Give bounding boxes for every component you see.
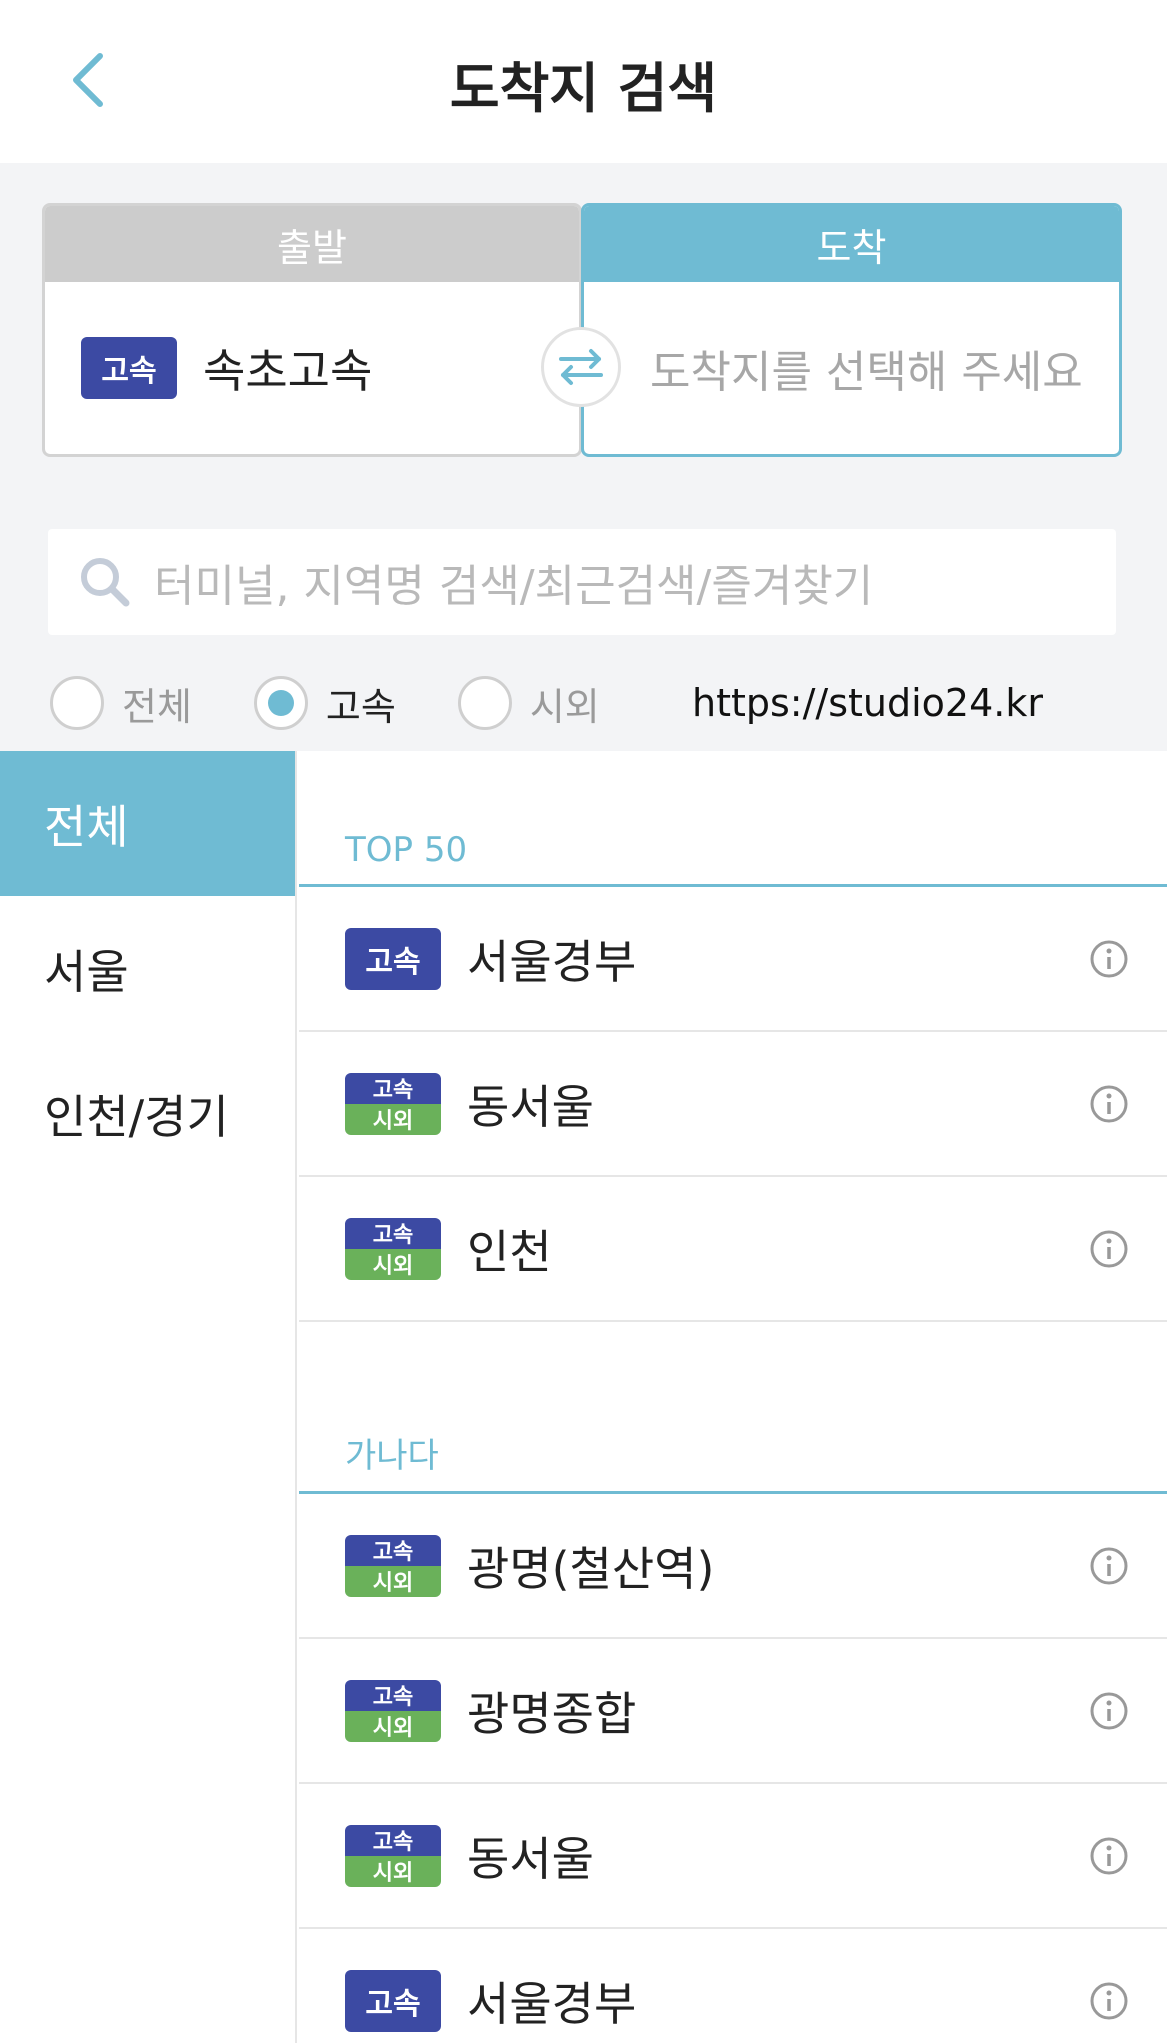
info-icon[interactable] [1089,1836,1129,1876]
terminal-row[interactable]: 고속 시외 광명종합 [299,1639,1167,1784]
badge-intercity-part: 시외 [345,1855,441,1887]
terminal-name: 광명종합 [467,1686,637,1741]
page-title: 도착지 검색 [449,57,718,120]
search-input[interactable]: 터미널, 지역명 검색/최근검색/즐겨찾기 [48,529,1116,635]
search-icon [81,558,130,607]
express-badge: 고속 [345,927,441,990]
filter-all-radio[interactable]: 전체 [50,676,192,731]
header-bar: 도착지 검색 [0,0,1167,160]
arrival-placeholder: 도착지를 선택해 주세요 [650,347,1083,398]
search-panel: 터미널, 지역명 검색/최근검색/즐겨찾기 전체 고속 시외 https://s… [0,495,1167,751]
arrival-body: 도착지를 선택해 주세요 [584,282,1119,454]
type-filter-group: 전체 고속 시외 [50,673,662,733]
express-intercity-badge: 고속 시외 [345,1217,441,1280]
arrival-card[interactable]: 도착 도착지를 선택해 주세요 [581,203,1122,457]
radio-circle [50,676,104,730]
info-icon[interactable] [1089,1546,1129,1586]
express-intercity-badge: 고속 시외 [345,1072,441,1135]
badge-express-part: 고속 [345,1217,441,1249]
filter-label: 고속 [325,684,396,729]
badge-express-part: 고속 [345,1072,441,1104]
terminal-list[interactable]: TOP 50 고속 서울경부 고속 시외 동서울 고속 시외 인천 가나다 고속… [299,751,1167,2043]
terminal-row[interactable]: 고속 서울경부 [299,887,1167,1032]
terminal-row[interactable]: 고속 시외 동서울 [299,1032,1167,1177]
section-title-top50: TOP 50 [299,751,1167,887]
express-intercity-badge: 고속 시외 [345,1679,441,1742]
terminal-name: 동서울 [467,1831,594,1886]
express-intercity-badge: 고속 시외 [345,1824,441,1887]
badge-intercity-part: 시외 [345,1103,441,1135]
watermark-text: https://studio24.kr [692,681,1043,725]
route-panel: 출발 고속 속초고속 도착 도착지를 선택해 주세요 [0,163,1167,495]
terminal-name: 인천 [467,1224,552,1279]
region-list: 전체 서울 인천/경기 [0,751,297,2043]
info-icon[interactable] [1089,1981,1129,2021]
badge-express-part: 고속 [345,1824,441,1856]
departure-header: 출발 [45,206,579,282]
terminal-row[interactable]: 고속 서울경부 [299,1929,1167,2043]
radio-circle [457,676,512,730]
badge-intercity-part: 시외 [345,1565,441,1597]
departure-body: 고속 속초고속 [45,282,579,454]
badge-express-part: 고속 [345,1534,441,1566]
express-badge: 고속 [345,1969,441,2032]
terminal-row[interactable]: 고속 시외 인천 [299,1177,1167,1322]
info-icon[interactable] [1089,939,1129,979]
terminal-name: 서울경부 [467,934,637,989]
badge-intercity-part: 시외 [345,1248,441,1280]
swap-button[interactable] [541,327,621,407]
filter-intercity-radio[interactable]: 시외 [457,676,600,731]
badge-intercity-part: 시외 [345,1710,441,1742]
info-icon[interactable] [1089,1084,1129,1124]
region-item-seoul[interactable]: 서울 [0,896,295,1041]
badge-express-part: 고속 [345,1679,441,1711]
terminal-row[interactable]: 고속 시외 광명(철산역) [299,1494,1167,1639]
terminal-name: 광명(철산역) [467,1541,715,1596]
swap-arrows-icon [559,349,603,385]
region-item-all[interactable]: 전체 [0,751,295,896]
filter-express-radio[interactable]: 고속 [253,676,396,731]
filter-label: 전체 [122,684,192,729]
arrival-header: 도착 [584,206,1119,282]
section-title-alphabetical: 가나다 [299,1358,1167,1494]
search-placeholder: 터미널, 지역명 검색/최근검색/즐겨찾기 [154,561,874,612]
terminal-row[interactable]: 고속 시외 동서울 [299,1784,1167,1929]
terminal-name: 서울경부 [467,1976,637,2031]
departure-terminal-name: 속초고속 [203,344,373,398]
express-intercity-badge: 고속 시외 [345,1534,441,1597]
info-icon[interactable] [1089,1229,1129,1269]
filter-label: 시외 [529,684,600,729]
info-icon[interactable] [1089,1691,1129,1731]
radio-circle-checked [253,676,308,730]
terminal-name: 동서울 [467,1079,594,1134]
region-item-incheon-gyeonggi[interactable]: 인천/경기 [0,1041,295,1186]
express-badge: 고속 [81,337,177,399]
departure-card[interactable]: 출발 고속 속초고속 [42,203,582,457]
